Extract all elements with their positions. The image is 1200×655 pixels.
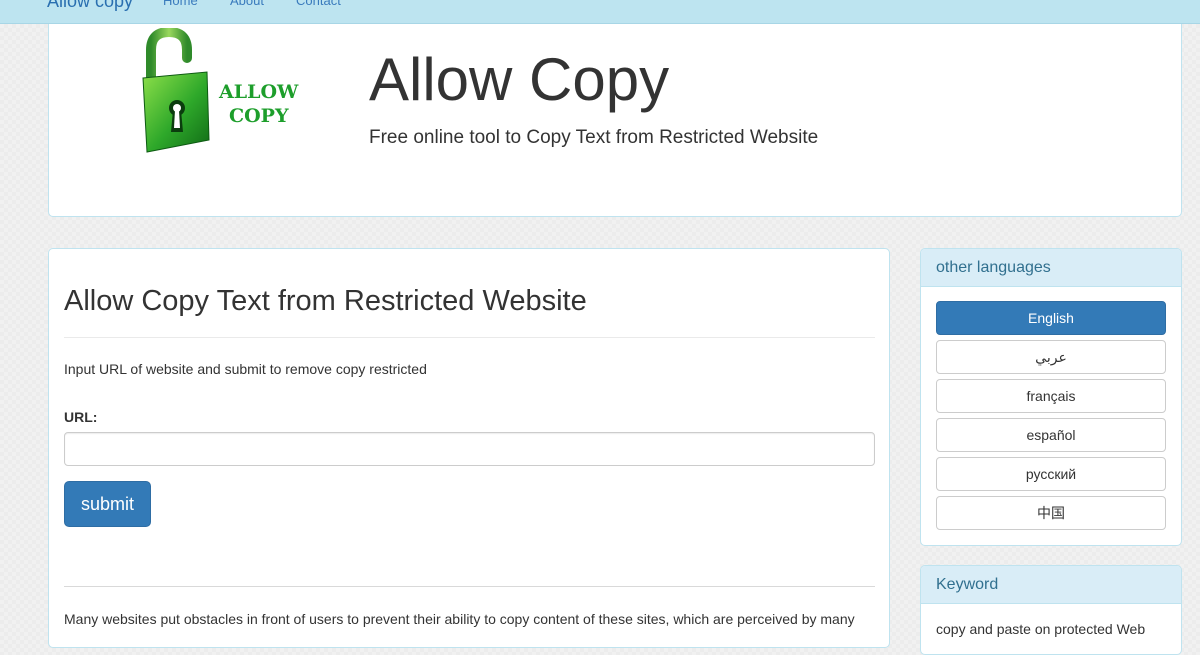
site-title: Allow Copy: [369, 46, 670, 113]
title-divider: [64, 337, 875, 338]
description-text: Many websites put obstacles in front of …: [64, 611, 855, 627]
site-subtitle: Free online tool to Copy Text from Restr…: [369, 127, 819, 148]
content-divider: [64, 586, 875, 587]
language-button-english[interactable]: English: [936, 301, 1166, 335]
nav-link-about[interactable]: About: [230, 0, 264, 11]
language-button-spanish[interactable]: español: [936, 418, 1166, 452]
language-button-french[interactable]: français: [936, 379, 1166, 413]
nav-link-contact[interactable]: Contact: [296, 0, 341, 11]
page-title: Allow Copy Text from Restricted Website: [64, 285, 587, 317]
header-panel: ALLOW COPY Allow Copy Free online tool t…: [48, 24, 1182, 217]
keyword-panel: Keyword copy and paste on protected Web: [920, 565, 1182, 655]
languages-heading: other languages: [921, 249, 1181, 287]
language-list: English عربي français español русский 中国: [921, 287, 1181, 545]
keyword-heading: Keyword: [921, 566, 1181, 604]
main-panel: Allow Copy Text from Restricted Website …: [48, 248, 890, 648]
logo-text-copy: COPY: [229, 105, 289, 127]
url-input[interactable]: [64, 432, 875, 466]
nav-link-home[interactable]: Home: [163, 0, 198, 11]
navbar-brand-link[interactable]: Allow copy: [47, 0, 133, 13]
languages-panel: other languages English عربي français es…: [920, 248, 1182, 546]
logo-text-allow: ALLOW: [218, 81, 299, 103]
language-button-chinese[interactable]: 中国: [936, 496, 1166, 530]
url-label: URL:: [64, 409, 98, 425]
top-navbar: Allow copy Home About Contact: [0, 0, 1200, 24]
language-button-arabic[interactable]: عربي: [936, 340, 1166, 374]
keyword-link[interactable]: copy and paste on protected Web: [921, 604, 1181, 638]
language-button-russian[interactable]: русский: [936, 457, 1166, 491]
submit-button[interactable]: submit: [64, 481, 151, 527]
intro-text: Input URL of website and submit to remov…: [64, 361, 427, 377]
padlock-logo-icon: ALLOW COPY: [142, 28, 299, 153]
